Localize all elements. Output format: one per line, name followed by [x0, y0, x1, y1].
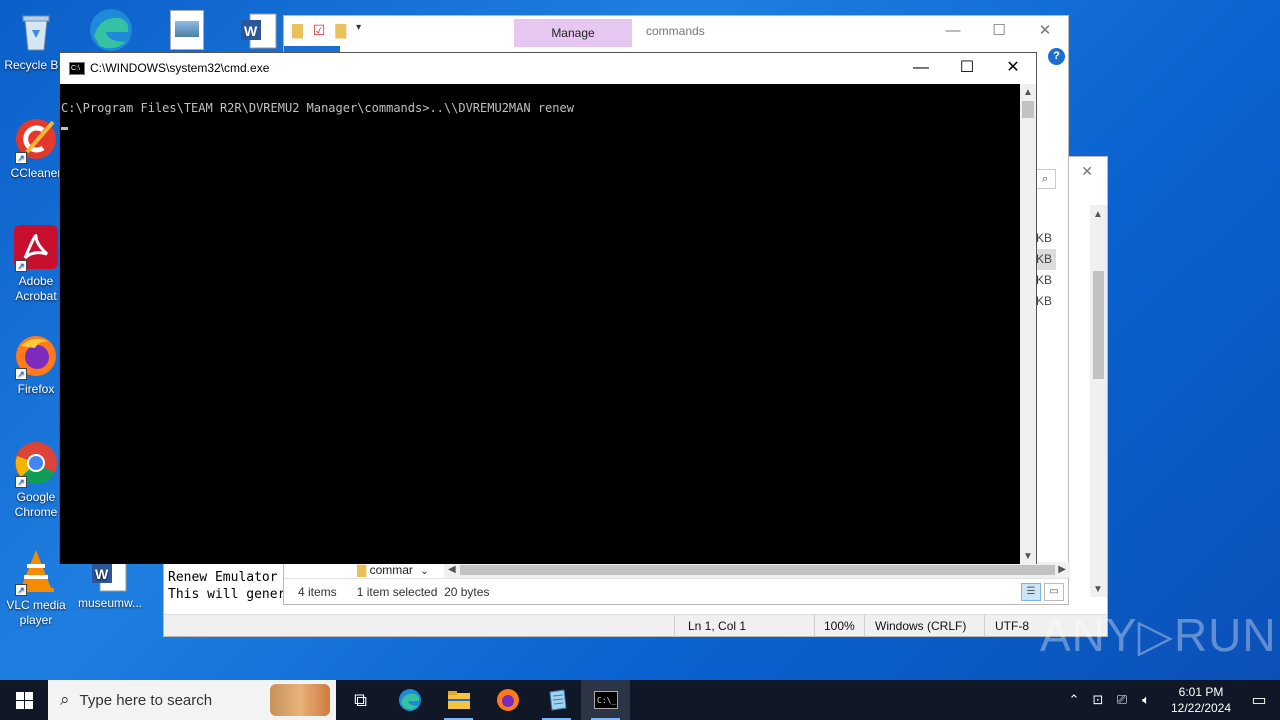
notepad-text-area[interactable]: Renew Emulator This will gener — [168, 569, 284, 603]
volume-icon[interactable]: 🔈︎ — [1134, 692, 1158, 708]
explorer-horizontal-scrollbar[interactable]: ◀ ▶ — [444, 562, 1070, 578]
scrollbar-thumb[interactable] — [1022, 101, 1034, 118]
chevron-up-icon[interactable]: ⌃ — [1062, 692, 1086, 708]
notepad-status-bar: Ln 1, Col 1 100% Windows (CRLF) UTF-8 — [164, 614, 1107, 637]
search-placeholder: Type here to search — [79, 691, 213, 709]
svg-text:W: W — [244, 23, 258, 39]
task-view-icon[interactable]: ⧉ — [336, 680, 385, 720]
help-button[interactable]: ? — [1048, 48, 1065, 65]
file-size: KB — [1036, 294, 1053, 308]
taskbar-search-box[interactable]: ⌕ Type here to search — [48, 680, 336, 720]
clock[interactable]: 6:01 PM 12/22/2024 — [1164, 684, 1238, 716]
text-line: This will gener — [168, 587, 284, 602]
notepad-icon[interactable] — [532, 680, 581, 720]
search-icon: ⌕ — [60, 690, 70, 709]
details-view-icon[interactable]: ☰ — [1021, 583, 1041, 601]
line-ending: Windows (CRLF) — [875, 619, 967, 633]
quick-access-toolbar: ▇ ☑ ▇ ▾ — [292, 22, 361, 39]
text-line: Renew Emulator — [168, 570, 278, 585]
cmd-icon: C:\ — [69, 62, 85, 75]
ccleaner-icon: ↗ — [13, 116, 59, 164]
file-explorer-icon[interactable] — [434, 680, 483, 720]
clock-time: 6:01 PM — [1178, 685, 1224, 699]
file-size: KB — [1036, 273, 1053, 287]
start-button[interactable] — [0, 680, 48, 720]
explorer-status-bar: 4 items 1 item selected 20 bytes — [284, 578, 1068, 604]
text-cursor — [61, 127, 68, 130]
chrome-icon: ↗ — [13, 440, 59, 488]
file-size: KB — [1036, 249, 1056, 270]
edge-icon[interactable] — [385, 680, 434, 720]
folder-icon: ▇ — [357, 563, 367, 577]
cmd-window[interactable]: C:\ C:\WINDOWS\system32\cmd.exe — ☐ ✕ C:… — [59, 52, 1037, 564]
new-folder-icon[interactable]: ▇ — [335, 22, 346, 39]
desktop-icon-label: museumw... — [77, 596, 143, 610]
desktop-icon-museum-doc[interactable]: W museumw... — [74, 556, 146, 611]
cmd-icon[interactable]: C:\_ — [581, 680, 630, 720]
chevron-down-icon[interactable]: ▾ — [356, 22, 361, 39]
nav-tree-item[interactable]: ▇ commar ⌄ — [357, 563, 429, 577]
notepad-vertical-scrollbar[interactable]: ▲ ▼ — [1090, 205, 1107, 597]
encoding: UTF-8 — [995, 619, 1029, 633]
chevron-down-icon[interactable]: ⌄ — [420, 566, 428, 577]
file-size: KB — [1036, 231, 1053, 245]
scrollbar-thumb[interactable] — [460, 565, 1055, 575]
explorer-titlebar: ▇ ☑ ▇ ▾ Manage commands — ☐ ✕ — [284, 16, 1068, 52]
minimize-button[interactable]: — — [930, 16, 976, 46]
file-size-column: KB KB KB KB — [1036, 228, 1056, 312]
vlc-icon: ↗ — [13, 548, 59, 596]
selection-info: 1 item selected 20 bytes — [356, 584, 490, 599]
svg-text:C:\_: C:\_ — [597, 696, 616, 705]
zoom-level: 100% — [824, 619, 855, 633]
recycle-bin-icon — [13, 8, 59, 54]
word-doc-icon[interactable]: W — [238, 12, 278, 50]
firefox-icon: ↗ — [13, 332, 59, 380]
scrollbar-thumb[interactable] — [1093, 271, 1104, 379]
window-title: commands — [646, 24, 705, 38]
window-title: C:\WINDOWS\system32\cmd.exe — [90, 61, 270, 75]
large-icons-view-icon[interactable]: ▭ — [1044, 583, 1064, 601]
clock-date: 12/22/2024 — [1170, 701, 1232, 715]
properties-icon[interactable]: ☑ — [313, 22, 326, 39]
system-tray: ⌃ ⊡ ⎚ 🔈︎ 6:01 PM 12/22/2024 ▭ — [1062, 680, 1280, 720]
cmd-titlebar: C:\ C:\WINDOWS\system32\cmd.exe — ☐ ✕ — [60, 53, 1036, 84]
desktop-icon-label: VLC media player — [6, 598, 66, 627]
taskbar: ⌕ Type here to search ⧉ C:\_ ⌃ ⊡ ⎚ 🔈︎ 6:… — [0, 680, 1280, 720]
minimize-button[interactable]: — — [898, 53, 944, 83]
tab-manage[interactable]: Manage — [514, 19, 632, 47]
close-button[interactable]: ✕ — [1022, 16, 1068, 46]
search-highlight-image — [270, 684, 330, 716]
close-button[interactable]: ✕ — [990, 53, 1036, 83]
notepad-close-button[interactable]: ✕ — [1081, 163, 1093, 180]
folder-icon[interactable]: ▇ — [292, 22, 303, 39]
meet-now-icon[interactable]: ⊡ — [1086, 692, 1110, 708]
cursor-position: Ln 1, Col 1 — [688, 619, 747, 633]
cmd-vertical-scrollbar[interactable]: ▲ ▼ — [1020, 84, 1036, 564]
watermark-logo: ANY▷RUN — [1040, 609, 1277, 661]
search-icon[interactable]: ⌕ — [1034, 169, 1056, 189]
windows-logo-icon — [15, 691, 33, 709]
adobe-acrobat-icon: ↗ — [13, 224, 59, 272]
desktop: Recycle Bin ↗ CCleaner ↗ Adobe Acrobat ↗… — [0, 0, 1280, 680]
maximize-button[interactable]: ☐ — [944, 53, 990, 83]
prompt-line: C:\Program Files\TEAM R2R\DVREMU2 Manage… — [61, 101, 574, 115]
console-output[interactable]: C:\Program Files\TEAM R2R\DVREMU2 Manage… — [60, 84, 1022, 564]
notification-icon[interactable]: ▭ — [1238, 690, 1280, 710]
maximize-button[interactable]: ☐ — [976, 16, 1022, 46]
image-file-icon[interactable] — [170, 10, 204, 50]
item-count: 4 items — [298, 584, 337, 599]
edge-icon[interactable] — [86, 6, 136, 52]
firefox-icon[interactable] — [483, 680, 532, 720]
svg-text:W: W — [95, 566, 109, 582]
network-icon[interactable]: ⎚ — [1110, 692, 1134, 708]
